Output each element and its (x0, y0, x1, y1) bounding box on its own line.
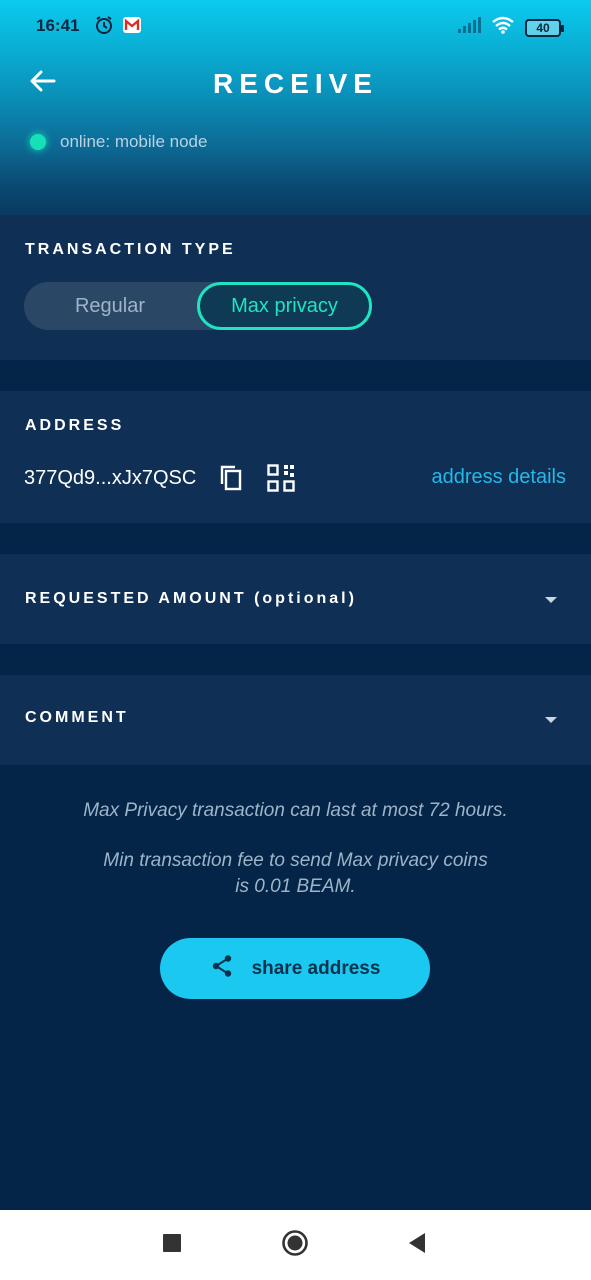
comment-section[interactable]: COMMENT (0, 675, 591, 765)
address-label: ADDRESS (25, 417, 125, 434)
node-status-text: online: mobile node (60, 132, 208, 151)
min-fee-note-line1: Min transaction fee to send Max privacy … (103, 850, 488, 871)
status-bar: 16:41 40 (0, 0, 591, 52)
address-section: ADDRESS 377Qd9...xJx7QSC address details (0, 391, 591, 523)
node-status: online: mobile node (30, 132, 207, 152)
copy-icon[interactable] (218, 464, 244, 492)
share-address-label: share address (251, 957, 381, 979)
home-circle-icon (281, 1229, 309, 1262)
address-row: 377Qd9...xJx7QSC (24, 463, 296, 493)
alarm-icon (94, 15, 114, 40)
max-privacy-duration-note: Max Privacy transaction can last at most… (83, 800, 508, 821)
share-address-button[interactable]: share address (160, 938, 430, 999)
recents-button[interactable] (152, 1210, 192, 1280)
transaction-type-label: TRANSACTION TYPE (25, 241, 236, 258)
page-title: RECEIVE (213, 68, 378, 99)
online-indicator-icon (30, 134, 46, 150)
transaction-type-toggle: Regular Max privacy (24, 282, 372, 330)
status-icons-left (94, 15, 142, 40)
gmail-icon (122, 16, 142, 39)
chevron-down-icon[interactable] (545, 717, 557, 723)
chevron-down-icon[interactable] (545, 597, 557, 603)
address-details-link[interactable]: address details (431, 466, 566, 489)
address-value: 377Qd9...xJx7QSC (24, 466, 197, 489)
toggle-regular[interactable]: Regular (24, 282, 196, 330)
battery-indicator: 40 (525, 18, 564, 37)
system-nav-bar (0, 1210, 591, 1280)
transaction-type-section: TRANSACTION TYPE Regular Max privacy (0, 215, 591, 360)
requested-amount-section[interactable]: REQUESTED AMOUNT (optional) (0, 554, 591, 644)
comment-label: COMMENT (25, 709, 129, 726)
status-icons-right: 40 (457, 16, 564, 39)
square-icon (163, 1233, 181, 1257)
status-time: 16:41 (36, 16, 80, 35)
back-nav-button[interactable] (397, 1210, 437, 1280)
toggle-max-privacy[interactable]: Max privacy (197, 282, 372, 330)
triangle-back-icon (407, 1232, 427, 1259)
requested-amount-label: REQUESTED AMOUNT (optional) (25, 590, 357, 607)
min-fee-note-line2: is 0.01 BEAM. (235, 876, 356, 897)
min-fee-note: Min transaction fee to send Max privacy … (0, 848, 591, 900)
battery-level: 40 (536, 20, 550, 35)
signal-icon (457, 17, 481, 38)
home-button[interactable] (275, 1210, 315, 1280)
qr-code-icon[interactable] (266, 463, 296, 493)
wifi-icon (491, 16, 515, 39)
share-icon (210, 954, 234, 983)
